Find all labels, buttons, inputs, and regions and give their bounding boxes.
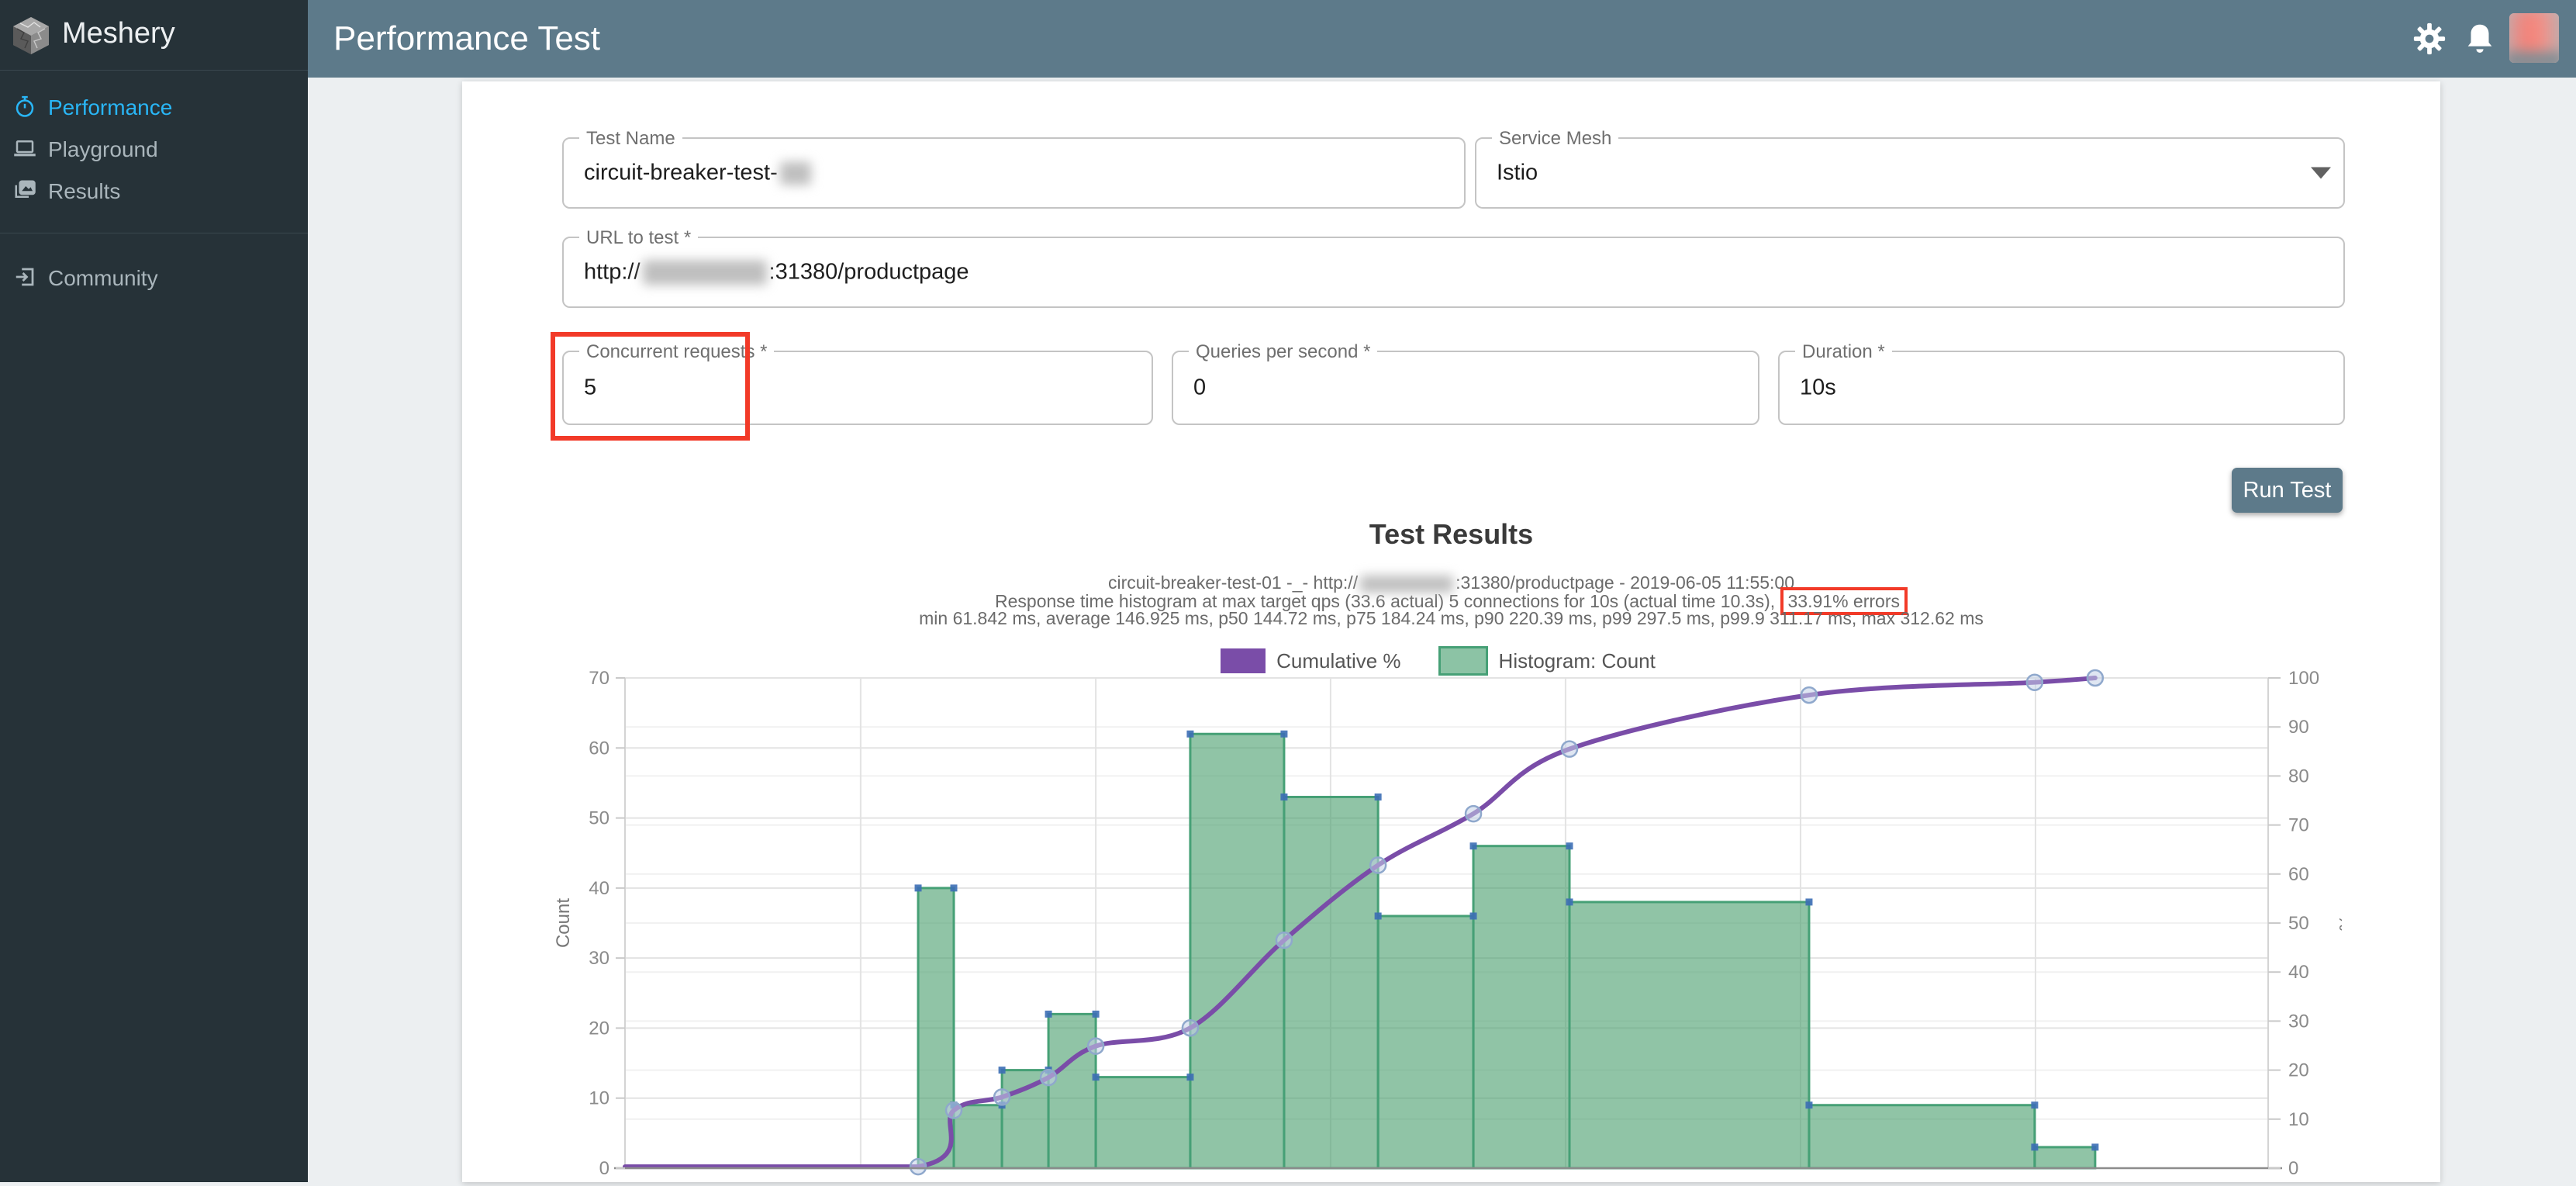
brand-name: Meshery	[62, 17, 175, 50]
left-axis-title: Count	[553, 898, 574, 948]
svg-text:90: 90	[2288, 717, 2309, 738]
svg-text:70: 70	[2288, 815, 2309, 836]
right-axis-title: %	[2335, 915, 2342, 931]
svg-text:20: 20	[2288, 1060, 2309, 1081]
sidebar-item-label: Community	[48, 266, 158, 291]
svg-text:40: 40	[589, 878, 609, 899]
page-title: Performance Test	[333, 19, 600, 58]
redacted-ip	[643, 261, 767, 285]
results-line2: Response time histogram at max target qp…	[462, 593, 2440, 610]
svg-text:70: 70	[589, 668, 609, 689]
exit-to-app-icon	[13, 265, 36, 289]
svg-text:10: 10	[589, 1088, 609, 1109]
results-line1: circuit-breaker-test-01 -_- http://:3138…	[462, 574, 2440, 593]
redacted-ip	[1360, 576, 1453, 593]
concurrent-requests-field[interactable]: Concurrent requests * 5	[562, 351, 1153, 425]
sidebar-item-results[interactable]: Results	[0, 169, 308, 211]
stopwatch-icon	[13, 95, 36, 118]
sidebar-item-label: Performance	[48, 95, 172, 120]
test-name-label: Test Name	[579, 128, 682, 150]
url-value: http://:31380/productpage	[584, 259, 969, 285]
service-mesh-label: Service Mesh	[1492, 128, 1618, 150]
meshery-logo-icon	[11, 16, 51, 56]
chevron-down-icon	[2311, 168, 2331, 179]
meshery-performance-page: { "sidebar": { "brand": "Meshery", "item…	[0, 0, 2576, 1182]
svg-text:80: 80	[2288, 766, 2309, 787]
gear-icon[interactable]	[2412, 21, 2447, 57]
sidebar-item-community[interactable]: Community	[0, 256, 308, 298]
svg-text:50: 50	[589, 808, 609, 829]
url-field[interactable]: URL to test * http://:31380/productpage	[562, 237, 2345, 308]
response-time-histogram-chart[interactable]: 0 10 20 30 40 50 60 70 0 10 20 30 40 50 60 70 80 90 100 Cou…	[543, 666, 2342, 1182]
concurrent-requests-label: Concurrent requests *	[579, 341, 774, 363]
svg-text:10: 10	[2288, 1109, 2309, 1130]
sidebar-item-label: Playground	[48, 137, 158, 162]
results-title: Test Results	[462, 518, 2440, 551]
test-name-value: circuit-breaker-test-	[584, 161, 813, 186]
concurrent-requests-value: 5	[584, 375, 596, 401]
svg-text:0: 0	[599, 1158, 609, 1179]
laptop-icon	[13, 137, 36, 160]
sidebar-item-label: Results	[48, 179, 120, 204]
sidebar: Meshery Performance Playground Results C…	[0, 0, 308, 1182]
duration-value: 10s	[1800, 375, 1836, 401]
svg-text:50: 50	[2288, 913, 2309, 934]
svg-text:0: 0	[2288, 1158, 2298, 1179]
queries-per-second-value: 0	[1193, 375, 1206, 401]
queries-per-second-label: Queries per second *	[1189, 341, 1377, 363]
sidebar-item-performance[interactable]: Performance	[0, 85, 308, 127]
service-mesh-value: Istio	[1497, 161, 1538, 186]
svg-text:60: 60	[589, 738, 609, 759]
avatar-blurred-photo-bottom	[2509, 52, 2559, 63]
results-subtitle: circuit-breaker-test-01 -_- http://:3138…	[462, 574, 2440, 627]
svg-text:60: 60	[2288, 864, 2309, 885]
redacted-text	[780, 162, 811, 185]
svg-text:100: 100	[2288, 668, 2319, 689]
duration-label: Duration *	[1795, 341, 1892, 363]
bell-icon[interactable]	[2462, 21, 2498, 57]
sidebar-item-playground[interactable]: Playground	[0, 127, 308, 169]
user-avatar[interactable]	[2509, 13, 2559, 63]
brand[interactable]: Meshery	[0, 0, 308, 71]
duration-field[interactable]: Duration * 10s	[1778, 351, 2345, 425]
url-label: URL to test *	[579, 227, 698, 249]
svg-text:20: 20	[589, 1018, 609, 1039]
svg-text:30: 30	[2288, 1011, 2309, 1032]
service-mesh-select[interactable]: Service Mesh Istio	[1475, 137, 2345, 209]
results-line3: min 61.842 ms, average 146.925 ms, p50 1…	[462, 610, 2440, 627]
svg-text:30: 30	[589, 948, 609, 969]
test-name-field[interactable]: Test Name circuit-breaker-test-	[562, 137, 1466, 209]
run-test-button[interactable]: Run Test	[2232, 468, 2343, 513]
app-header: Performance Test	[308, 0, 2576, 78]
queries-per-second-field[interactable]: Queries per second * 0	[1172, 351, 1759, 425]
svg-text:40: 40	[2288, 962, 2309, 983]
gallery-icon	[13, 178, 36, 202]
